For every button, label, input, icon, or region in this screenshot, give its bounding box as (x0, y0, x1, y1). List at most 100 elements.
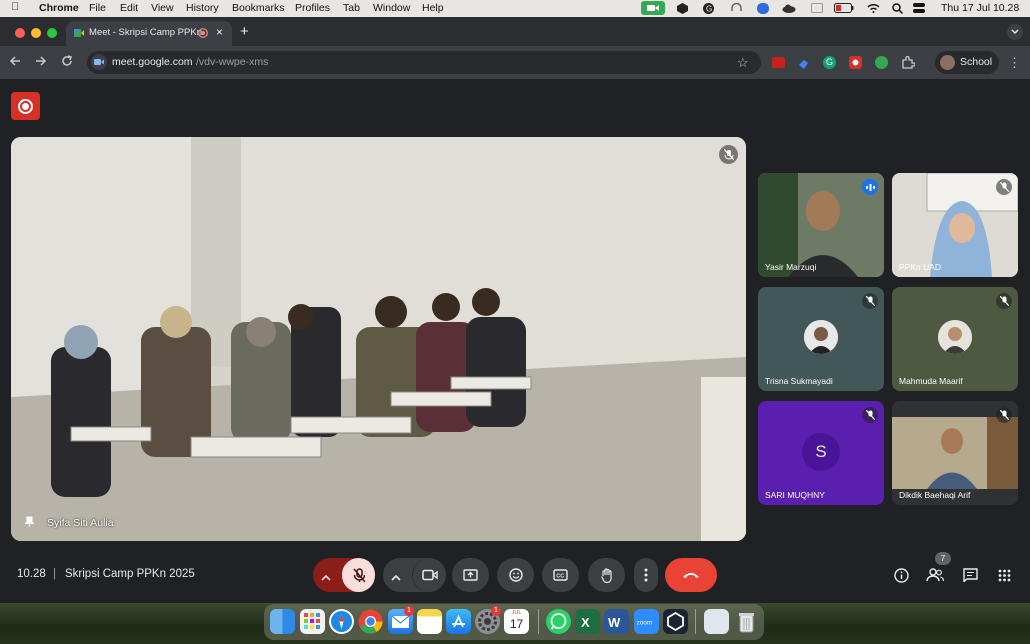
chat-button[interactable] (960, 565, 980, 585)
menu-window[interactable]: Window (373, 2, 410, 14)
raise-hand-button[interactable] (588, 558, 625, 592)
participant-name: Dikdik Baehaqi Arif (899, 490, 971, 500)
back-icon[interactable] (7, 55, 23, 70)
main-mic-off-icon (719, 145, 738, 164)
facetime-icon[interactable] (641, 1, 665, 15)
tab-close-icon[interactable]: × (216, 25, 223, 39)
cloud-icon[interactable] (781, 1, 797, 15)
notes-icon[interactable] (417, 609, 442, 634)
close-window-button[interactable] (15, 28, 25, 38)
address-bar[interactable]: meet.google.com/vdv-wwpe-xms ☆ (87, 51, 761, 74)
control-center-icon[interactable] (912, 1, 926, 15)
activities-button[interactable] (994, 565, 1014, 585)
meeting-info-button[interactable] (891, 565, 911, 585)
chevron-down-icon (1011, 29, 1019, 35)
initial-avatar: S (802, 433, 840, 471)
participant-name: PPKn UAD (899, 262, 942, 272)
finder-icon[interactable] (270, 609, 295, 634)
forward-icon[interactable] (33, 55, 49, 70)
browser-menu-icon[interactable]: ⋮ (1008, 55, 1021, 71)
excel-icon[interactable]: X (575, 609, 600, 634)
menu-tab[interactable]: Tab (343, 2, 360, 14)
audio-options-chevron-icon[interactable] (321, 569, 331, 587)
recording-button[interactable] (11, 92, 40, 120)
participant-tile-yasir[interactable]: Yasir Marzuqi (758, 173, 884, 277)
participant-name: Trisna Sukmayadi (765, 376, 833, 386)
chrome-icon[interactable] (358, 609, 383, 634)
extensions-puzzle-icon[interactable] (901, 55, 916, 70)
bookmark-star-icon[interactable]: ☆ (737, 55, 749, 71)
calendar-icon[interactable]: JUL 17 (504, 609, 529, 634)
extension-record-icon[interactable] (849, 56, 862, 69)
emoji-icon (508, 568, 523, 582)
captions-button[interactable]: CC (542, 558, 579, 592)
shortcut-app-icon[interactable] (676, 1, 688, 15)
spotlight-search-icon[interactable] (891, 1, 903, 15)
battery-icon[interactable] (833, 1, 855, 15)
trash-icon[interactable] (734, 609, 759, 634)
minimize-window-button[interactable] (31, 28, 41, 38)
svg-text:G: G (706, 4, 712, 13)
mic-off-icon (352, 567, 365, 582)
zoom-status-icon[interactable] (756, 1, 770, 15)
participant-tile-trisna[interactable]: Trisna Sukmayadi (758, 287, 884, 391)
end-call-button[interactable] (665, 558, 717, 592)
menu-bar:  Chrome File Edit View History Bookmark… (0, 0, 1030, 17)
reactions-button[interactable] (497, 558, 534, 592)
tab-title: Meet - Skripsi Camp PPKn (89, 27, 202, 38)
extension-green-icon[interactable] (875, 56, 888, 69)
participant-tile-ppkn-uad[interactable]: PPKn UAD (892, 173, 1018, 277)
apple-icon[interactable]:  (11, 1, 19, 13)
present-screen-button[interactable] (452, 558, 489, 592)
grammarly-extension-icon[interactable]: G (823, 56, 836, 69)
profile-button[interactable]: School (935, 51, 999, 74)
menu-edit[interactable]: Edit (120, 2, 138, 14)
zoom-window-button[interactable] (47, 28, 57, 38)
participant-tile-mahmuda[interactable]: Mahmuda Maarif (892, 287, 1018, 391)
camera-button[interactable] (412, 558, 446, 592)
display-icon[interactable] (810, 1, 824, 15)
app-store-icon[interactable] (446, 609, 471, 634)
launchpad-icon[interactable] (300, 609, 325, 634)
mic-off-icon (862, 293, 878, 309)
word-icon[interactable]: W (604, 609, 629, 634)
dock-divider (538, 609, 539, 634)
tab-meet[interactable]: Meet - Skripsi Camp PPKn × (66, 21, 232, 46)
mute-mic-button[interactable] (342, 558, 375, 592)
whatsapp-icon[interactable] (546, 609, 571, 634)
grammarly-icon[interactable]: G (702, 1, 714, 15)
downloads-stack-icon[interactable] (704, 609, 729, 634)
people-button[interactable] (925, 565, 945, 585)
menu-bookmarks[interactable]: Bookmarks (232, 2, 285, 14)
zoom-icon[interactable]: zoom (634, 609, 659, 634)
menu-profiles[interactable]: Profiles (295, 2, 330, 14)
participant-tile-dikdik[interactable]: Dikdik Baehaqi Arif (892, 401, 1018, 505)
headphones-icon[interactable] (730, 1, 742, 15)
tab-search-button[interactable] (1007, 24, 1023, 40)
wifi-icon[interactable] (866, 1, 880, 15)
site-info-icon[interactable] (91, 54, 107, 70)
speaking-indicator-icon (862, 179, 878, 195)
menu-app-name[interactable]: Chrome (39, 2, 79, 14)
present-screen-icon (463, 569, 478, 581)
video-camera-icon (421, 569, 438, 581)
menu-file[interactable]: File (89, 2, 106, 14)
more-options-button[interactable] (634, 558, 658, 592)
main-video-tile[interactable]: Syifa Siti Aulia (11, 137, 746, 541)
pin-icon[interactable] (24, 516, 35, 530)
menu-history[interactable]: History (186, 2, 219, 14)
reload-icon[interactable] (59, 55, 75, 70)
video-options-chevron-icon[interactable] (391, 569, 401, 587)
menu-view[interactable]: View (151, 2, 174, 14)
new-tab-button[interactable]: + (240, 23, 249, 40)
shortcut-app-dock-icon[interactable] (663, 609, 688, 634)
avatar (940, 55, 955, 70)
profile-label: School (960, 56, 993, 68)
extension-m-icon[interactable] (772, 57, 785, 68)
clock[interactable]: Thu 17 Jul 10.28 (941, 2, 1019, 14)
mic-control-group (313, 558, 375, 592)
safari-icon[interactable] (329, 609, 354, 634)
participant-tile-sari[interactable]: S SARI MUQHNY (758, 401, 884, 505)
menu-help[interactable]: Help (422, 2, 444, 14)
extension-bird-icon[interactable] (798, 57, 809, 69)
